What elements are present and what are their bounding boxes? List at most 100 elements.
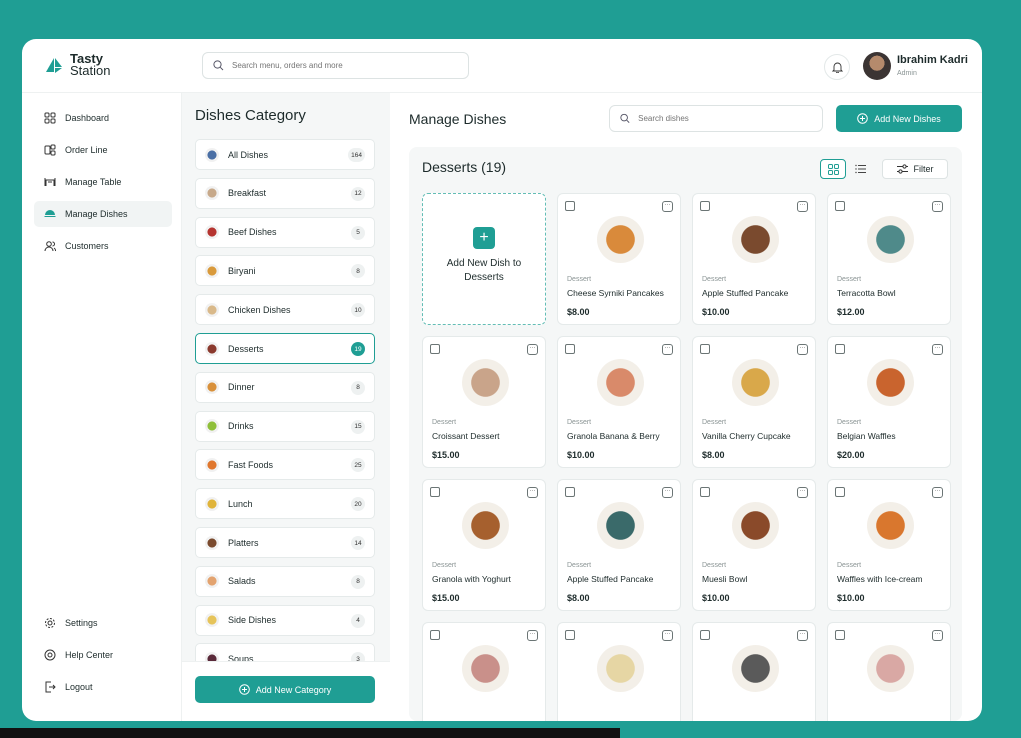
more-options-icon[interactable]: ··· [662,344,673,355]
category-item[interactable]: Side Dishes 4 [195,604,375,636]
dish-card[interactable]: ··· [692,622,816,721]
dish-category: Dessert [837,562,862,569]
more-options-icon[interactable]: ··· [932,487,943,498]
sidebar-item-order-line[interactable]: Order Line [34,137,172,163]
sidebar-item-logout[interactable]: Logout [34,674,172,700]
sidebar-item-dashboard[interactable]: Dashboard [34,105,172,131]
plus-circle-icon [857,113,869,124]
category-label: Side Dishes [228,615,277,626]
category-item[interactable]: Lunch 20 [195,488,375,520]
category-item[interactable]: All Dishes 164 [195,139,375,170]
dish-card[interactable]: ··· Dessert Vanilla Cherry Cupcake $8.00 [692,336,816,468]
sidebar-item-manage-table[interactable]: Manage Table [34,169,172,195]
category-thumbnail [205,574,219,589]
avatar[interactable] [863,52,891,80]
dish-checkbox[interactable] [430,630,440,640]
category-item[interactable]: Chicken Dishes 10 [195,294,375,326]
more-options-icon[interactable]: ··· [662,201,673,212]
logo-icon [46,58,62,73]
dish-search-input[interactable] [638,114,822,123]
dish-checkbox[interactable] [565,201,575,211]
add-dish-label: Add New Dishes [874,113,941,124]
dish-card[interactable]: ··· Dessert Waffles with Ice-cream $10.00 [827,479,951,611]
dish-search[interactable] [609,105,823,132]
dish-card[interactable]: ··· [422,622,546,721]
dish-checkbox[interactable] [835,201,845,211]
more-options-icon[interactable]: ··· [527,487,538,498]
more-options-icon[interactable]: ··· [932,201,943,212]
category-label: Fast Foods [228,459,274,470]
category-item[interactable]: Biryani 8 [195,255,375,287]
dish-card[interactable]: ··· Dessert Granola with Yoghurt $15.00 [422,479,546,611]
sidebar-item-customers[interactable]: Customers [34,233,172,259]
more-options-icon[interactable]: ··· [797,344,808,355]
category-count-badge: 3 [351,652,365,661]
dish-card[interactable]: ··· Dessert Apple Stuffed Pancake $8.00 [557,479,681,611]
category-count-badge: 25 [351,458,365,473]
add-dish-card[interactable]: + Add New Dish to Desserts [422,193,546,325]
dish-name: Terracotta Bowl [837,288,896,298]
dish-price: $12.00 [837,307,865,317]
category-item[interactable]: Dinner 8 [195,371,375,403]
more-options-icon[interactable]: ··· [932,630,943,641]
dish-card[interactable]: ··· [827,622,951,721]
more-options-icon[interactable]: ··· [797,487,808,498]
category-panel: Dishes Category All Dishes 164 Breakfast 12… [182,93,390,721]
logo[interactable]: Tasty Station [44,52,110,77]
category-item[interactable]: Platters 14 [195,527,375,558]
notification-button[interactable] [824,54,850,80]
more-options-icon[interactable]: ··· [797,201,808,212]
more-options-icon[interactable]: ··· [527,630,538,641]
dish-card[interactable]: ··· Dessert Belgian Waffles $20.00 [827,336,951,468]
dish-card[interactable]: ··· Dessert Croissant Dessert $15.00 [422,336,546,468]
sidebar-item-label: Help Center [65,650,114,660]
dish-price: $20.00 [837,450,865,460]
dish-card[interactable]: ··· Dessert Cheese Syrniki Pancakes $8.00 [557,193,681,325]
category-item[interactable]: Drinks 15 [195,410,375,442]
category-item[interactable]: Salads 8 [195,565,375,597]
dish-checkbox[interactable] [565,344,575,354]
dish-checkbox[interactable] [835,630,845,640]
dish-checkbox[interactable] [430,487,440,497]
add-category-button[interactable]: Add New Category [195,676,375,703]
sidebar-item-settings[interactable]: Settings [34,610,172,636]
dish-image [732,502,779,549]
global-search-input[interactable] [232,61,432,70]
dish-card[interactable]: ··· Dessert Apple Stuffed Pancake $10.00 [692,193,816,325]
category-thumbnail [205,457,219,472]
dish-checkbox[interactable] [565,630,575,640]
more-options-icon[interactable]: ··· [662,487,673,498]
more-options-icon[interactable]: ··· [932,344,943,355]
dish-checkbox[interactable] [835,344,845,354]
dish-card[interactable]: ··· Dessert Muesli Bowl $10.00 [692,479,816,611]
dish-checkbox[interactable] [835,487,845,497]
category-item[interactable]: Beef Dishes 5 [195,216,375,248]
list-view-toggle[interactable] [849,159,871,179]
dish-card[interactable]: ··· Dessert Granola Banana & Berry $10.00 [557,336,681,468]
dish-checkbox[interactable] [565,487,575,497]
dish-checkbox[interactable] [700,630,710,640]
users-icon [44,241,56,252]
dish-checkbox[interactable] [430,344,440,354]
more-options-icon[interactable]: ··· [797,630,808,641]
dish-checkbox[interactable] [700,344,710,354]
dish-card[interactable]: ··· [557,622,681,721]
category-item[interactable]: Soups 3 [195,643,375,661]
filter-button[interactable]: Filter [882,159,948,179]
more-options-icon[interactable]: ··· [527,344,538,355]
dish-card[interactable]: ··· Dessert Terracotta Bowl $12.00 [827,193,951,325]
more-options-icon[interactable]: ··· [662,630,673,641]
category-item[interactable]: Breakfast 12 [195,177,375,209]
add-dish-button[interactable]: Add New Dishes [836,105,962,132]
grid-view-toggle[interactable] [820,159,846,179]
user-name[interactable]: Ibrahim Kadri [897,54,968,66]
dish-checkbox[interactable] [700,487,710,497]
category-item[interactable]: Fast Foods 25 [195,449,375,481]
category-item[interactable]: Desserts 19 [195,333,375,364]
dish-name: Granola Banana & Berry [567,431,660,441]
category-list[interactable]: All Dishes 164 Breakfast 12 Beef Dishes 5 Biry… [195,139,375,661]
sidebar-item-manage-dishes[interactable]: Manage Dishes [34,201,172,227]
sidebar-item-help-center[interactable]: Help Center [34,642,172,668]
global-search[interactable] [202,52,469,79]
dish-checkbox[interactable] [700,201,710,211]
